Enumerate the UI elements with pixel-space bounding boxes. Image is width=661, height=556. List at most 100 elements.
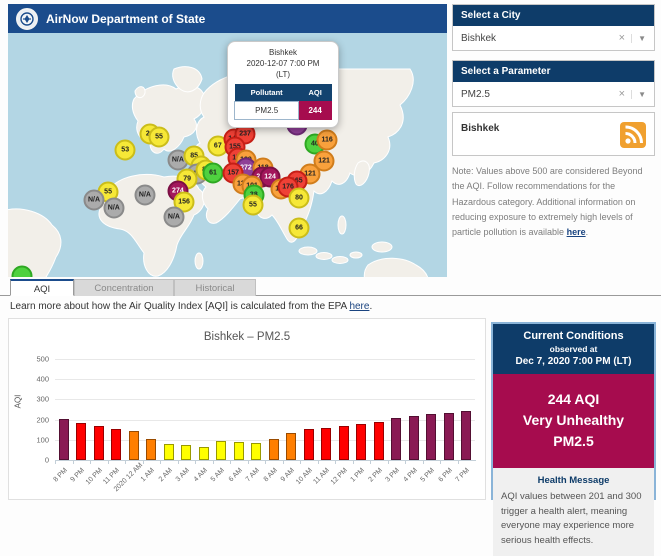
chart-x-tick-mark xyxy=(440,460,441,464)
chart-x-tick-mark xyxy=(352,460,354,464)
map-marker[interactable]: 116 xyxy=(316,129,338,151)
map-marker[interactable]: 66 xyxy=(288,217,310,239)
aqi-bar[interactable] xyxy=(461,410,472,460)
aqi-bar[interactable] xyxy=(426,413,437,460)
map-marker[interactable]: N/A xyxy=(103,197,125,219)
city-clear-icon[interactable]: × xyxy=(613,32,631,44)
aqi-bar[interactable] xyxy=(443,412,454,460)
chart-y-tick-label: 100 xyxy=(36,435,49,445)
aqi-bar[interactable] xyxy=(251,442,262,460)
world-aqi-map[interactable]: 53265567N/A8584N/A89617927415655N/AN/AN/… xyxy=(8,33,447,277)
parameter-clear-icon[interactable]: × xyxy=(613,88,631,100)
note-suffix: . xyxy=(585,227,589,238)
aqi-bar[interactable] xyxy=(408,415,419,460)
aqi-bar[interactable] xyxy=(128,430,139,460)
chart-x-tick-mark xyxy=(422,460,424,464)
chart-x-tick-mark xyxy=(370,460,371,464)
tab-aqi[interactable]: AQI xyxy=(10,279,74,296)
observed-at-label: observed at xyxy=(549,344,598,354)
rss-feed-box: Bishkek xyxy=(452,112,655,156)
city-select[interactable]: Bishkek × ▼ xyxy=(453,26,654,50)
chart-gridline xyxy=(55,399,475,401)
app-title: AirNow Department of State xyxy=(46,11,206,26)
tab-historical[interactable]: Historical xyxy=(174,279,256,296)
aqi-bar[interactable] xyxy=(198,446,209,460)
learn-more-here-link[interactable]: here xyxy=(349,301,369,312)
aqi-note: Note: Values above 500 are considered Be… xyxy=(452,164,655,240)
app-header: AirNow Department of State xyxy=(8,4,447,33)
chart-x-tick-mark xyxy=(457,460,459,464)
map-marker[interactable]: 61 xyxy=(202,162,224,184)
aqi-bar[interactable] xyxy=(356,424,367,460)
aqi-bar[interactable] xyxy=(233,442,244,460)
aqi-bar[interactable] xyxy=(321,428,332,460)
aqi-bar[interactable] xyxy=(303,429,314,460)
current-conditions-title: Current Conditions xyxy=(523,330,624,342)
parameter-select-panel: Select a Parameter PM2.5 × ▼ xyxy=(452,60,655,107)
chart-title: Bishkek – PM2.5 xyxy=(203,331,291,343)
popup-aqi-header: AQI xyxy=(298,84,332,102)
chart-x-tick-mark xyxy=(177,460,179,464)
map-marker[interactable]: 80 xyxy=(288,187,310,209)
map-marker[interactable]: 53 xyxy=(114,139,136,161)
chart-y-tick-label: 400 xyxy=(36,374,49,384)
map-popup[interactable]: Bishkek 2020-12-07 7:00 PM (LT) Pollutan… xyxy=(227,41,339,129)
chart-x-tick-mark xyxy=(90,460,91,464)
aqi-bar[interactable] xyxy=(163,443,174,460)
city-caret-icon[interactable]: ▼ xyxy=(631,33,646,43)
aqi-bar[interactable] xyxy=(391,417,402,460)
popup-timezone: (LT) xyxy=(275,69,291,79)
chart-plot-area xyxy=(55,359,475,460)
aqi-bar[interactable] xyxy=(338,425,349,460)
popup-datetime: 2020-12-07 7:00 PM xyxy=(246,58,320,68)
chart-x-tick-mark xyxy=(265,460,266,464)
aqi-bar[interactable] xyxy=(286,432,297,460)
aqi-bar[interactable] xyxy=(181,445,192,460)
aqi-bar[interactable] xyxy=(58,418,69,460)
note-here-link[interactable]: here xyxy=(567,227,586,237)
aqi-bar[interactable] xyxy=(146,438,157,460)
aqi-bar[interactable] xyxy=(93,425,104,460)
parameter-select[interactable]: PM2.5 × ▼ xyxy=(453,82,654,106)
learn-more-suffix: . xyxy=(369,301,373,312)
health-message-text: AQI values between 201 and 300 trigger a… xyxy=(501,491,642,547)
popup-city: Bishkek xyxy=(268,48,297,57)
chart-x-tick-mark xyxy=(300,460,301,464)
chart-x-tick-mark xyxy=(282,460,284,464)
popup-aqi-table: Pollutant AQI PM2.5 244 xyxy=(233,84,332,121)
tab-bar: AQI Concentration Historical xyxy=(10,279,256,296)
health-message-block: Health Message AQI values between 201 an… xyxy=(493,468,654,556)
popup-aqi-value: 244 xyxy=(298,101,332,121)
chart-x-tick-mark xyxy=(317,460,319,464)
parameter-select-value: PM2.5 xyxy=(461,88,490,100)
aqi-bar[interactable] xyxy=(268,439,279,460)
health-message-title: Health Message xyxy=(537,475,610,486)
chart-x-tick-mark xyxy=(405,460,406,464)
chart-gridline xyxy=(55,359,475,360)
current-conditions-header: Current Conditions observed at Dec 7, 20… xyxy=(493,324,654,374)
map-marker[interactable]: 55 xyxy=(148,126,170,148)
observed-datetime: Dec 7, 2020 7:00 PM (LT) xyxy=(515,356,632,367)
tab-concentration[interactable]: Concentration xyxy=(74,279,174,296)
rss-icon[interactable] xyxy=(620,122,646,148)
aqi-bar[interactable] xyxy=(373,421,384,460)
chart-x-tick-mark xyxy=(160,460,161,464)
aqi-bar[interactable] xyxy=(111,428,122,460)
map-marker[interactable]: 55 xyxy=(242,194,264,216)
current-conditions-panel: Current Conditions observed at Dec 7, 20… xyxy=(491,322,656,556)
aqi-bar[interactable] xyxy=(216,440,227,460)
current-aqi-value: 244 AQI xyxy=(547,391,600,407)
current-aqi-category: Very Unhealthy xyxy=(522,412,625,428)
parameter-caret-icon[interactable]: ▼ xyxy=(631,89,646,99)
chart-x-tick-mark xyxy=(335,460,336,464)
popup-pollutant-value: PM2.5 xyxy=(233,101,300,121)
map-marker[interactable]: N/A xyxy=(163,206,185,228)
note-text: Note: Values above 500 are considered Be… xyxy=(452,166,643,238)
aqi-bar[interactable] xyxy=(76,422,87,460)
current-aqi-parameter: PM2.5 xyxy=(553,433,594,449)
chart-y-tick-label: 500 xyxy=(36,354,49,364)
map-marker[interactable]: N/A xyxy=(134,184,156,206)
chart-gridline xyxy=(55,379,475,381)
city-panel-title: Select a City xyxy=(453,5,654,26)
map-marker[interactable]: N/A xyxy=(83,189,105,211)
